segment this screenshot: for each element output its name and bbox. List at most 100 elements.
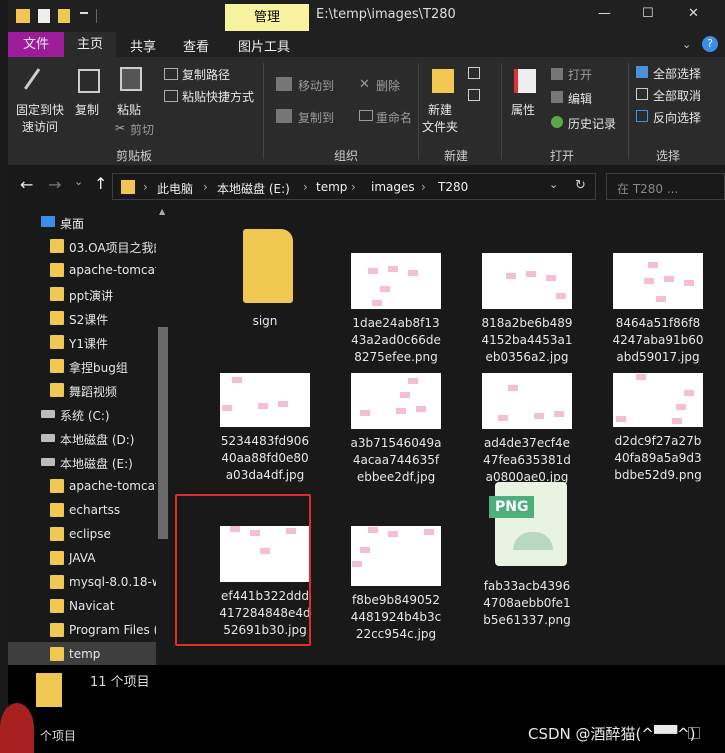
nav-item[interactable]: Navicat: [8, 594, 170, 618]
nav-item[interactable]: S2课件: [8, 306, 170, 330]
file-item[interactable]: ad4de37ecf4e47fea635381da0800ae0.jpg: [467, 350, 587, 484]
refresh-icon[interactable]: ↻: [575, 178, 586, 193]
recent-chevron-icon[interactable]: ⌄: [74, 175, 83, 188]
rename-button[interactable]: 重命名: [376, 109, 412, 126]
back-arrow-icon[interactable]: ←: [20, 175, 33, 194]
nav-item[interactable]: 本地磁盘 (E:): [8, 450, 170, 474]
new-folder-quick-icon[interactable]: [58, 9, 70, 23]
image-thumbnail: [351, 373, 441, 429]
ribbon-panel: 固定到快 速访问 复制 粘贴 复制路径 粘贴快捷方式 ✂ 剪切 剪贴板 移动到 …: [8, 57, 725, 165]
thumbnail-mark: [664, 276, 674, 282]
nav-item[interactable]: mysql-8.0.18-w: [8, 570, 170, 594]
file-item[interactable]: a3b71546049a4acaa744635febbee2df.jpg: [336, 350, 456, 484]
nav-item[interactable]: Program Files (: [8, 618, 170, 642]
thumbnail-mark: [388, 266, 398, 272]
copy-to-button[interactable]: 复制到: [298, 109, 334, 126]
easy-access-icon[interactable]: [468, 89, 480, 101]
watermark: CSDN @酒醉猫(^▀▀^): [528, 725, 696, 743]
thumbnail-mark: [684, 390, 694, 396]
folder-item[interactable]: sign: [205, 223, 325, 353]
thumbnail-mark: [556, 293, 566, 299]
nav-item[interactable]: 03.OA项目之我的: [8, 234, 170, 258]
address-field[interactable]: › 此电脑 › 本地磁盘 (E:) › temp › images › T280…: [112, 173, 596, 200]
history-button[interactable]: 历史记录: [568, 115, 616, 132]
up-arrow-icon[interactable]: ↑: [94, 174, 107, 193]
edit-button[interactable]: 编辑: [568, 90, 592, 107]
scroll-up-icon[interactable]: ▲: [159, 207, 165, 216]
maximize-button[interactable]: ☐: [642, 6, 654, 21]
nav-item[interactable]: ppt演讲: [8, 282, 170, 306]
select-all-icon: [636, 66, 648, 78]
breadcrumb-this-pc[interactable]: 此电脑: [157, 180, 193, 197]
nav-item[interactable]: temp: [8, 642, 170, 665]
nav-item-label: Navicat: [69, 599, 115, 613]
file-item[interactable]: 8464a51f86f84247aba91b60abd59017.jpg: [598, 223, 718, 364]
nav-item[interactable]: eclipse: [8, 522, 170, 546]
new-item-icon[interactable]: [468, 67, 480, 79]
breadcrumb-t280[interactable]: T280: [438, 180, 468, 194]
nav-item[interactable]: echartss: [8, 498, 170, 522]
tab-manage-context[interactable]: 管理: [225, 4, 309, 31]
file-item[interactable]: 818a2be6b4894152ba4453a1eb0356a2.jpg: [467, 223, 587, 364]
file-item[interactable]: d2dc9f27a27b40fa89a5a9d3bdbe52d9.png: [598, 350, 718, 482]
breadcrumb-temp[interactable]: temp: [316, 180, 347, 194]
breadcrumb-drive-e[interactable]: 本地磁盘 (E:): [217, 180, 290, 197]
delete-button[interactable]: 删除: [376, 77, 400, 94]
breadcrumb-images[interactable]: images: [371, 180, 415, 194]
properties-quick-icon[interactable]: [38, 9, 50, 23]
forward-arrow-icon[interactable]: →: [48, 175, 61, 194]
nav-item[interactable]: 舞蹈视频: [8, 378, 170, 402]
help-icon[interactable]: ?: [702, 36, 718, 52]
file-item[interactable]: 1dae24ab8f1343a2ad0c66de8275efee.png: [336, 223, 456, 364]
nav-item[interactable]: 系统 (C:): [8, 402, 170, 426]
drive-icon: [41, 434, 55, 442]
nav-scrollbar-thumb[interactable]: [158, 327, 168, 539]
minimize-button[interactable]: —: [598, 6, 611, 21]
tab-home[interactable]: 主页: [64, 32, 116, 57]
nav-item[interactable]: JAVA: [8, 546, 170, 570]
tab-view[interactable]: 查看: [183, 36, 209, 55]
nav-item[interactable]: 拿捏bug组: [8, 354, 170, 378]
chevron-down-icon[interactable]: ⌄: [549, 178, 558, 191]
thumbnail-mark: [676, 404, 686, 410]
tab-file[interactable]: 文件: [8, 32, 64, 57]
folder-icon: [50, 383, 64, 397]
thumbnail-mark: [554, 411, 564, 417]
chevron-down-icon[interactable]: [80, 12, 88, 18]
ribbon-divider: [418, 63, 419, 159]
select-none-button[interactable]: 全部取消: [653, 87, 701, 104]
paste-shortcut-button[interactable]: 粘贴快捷方式: [182, 88, 254, 105]
chevron-down-icon[interactable]: ⌄: [682, 38, 691, 51]
nav-item-label: echartss: [69, 503, 121, 517]
folder-icon: [50, 287, 64, 301]
nav-item[interactable]: 本地磁盘 (D:): [8, 426, 170, 450]
image-thumbnail: [482, 253, 572, 309]
nav-item[interactable]: apache-tomcat: [8, 474, 170, 498]
open-button[interactable]: 打开: [568, 66, 592, 83]
nav-item[interactable]: apache-tomcat: [8, 258, 170, 282]
breadcrumb-separator: ›: [303, 180, 308, 194]
search-field[interactable]: 在 T280 ...: [606, 173, 725, 200]
close-button[interactable]: ✕: [688, 6, 699, 21]
nav-item[interactable]: Y1课件: [8, 330, 170, 354]
avatar: [0, 703, 34, 753]
copy-path-button[interactable]: 复制路径: [182, 66, 230, 83]
new-folder-label-line1: 新建: [428, 103, 453, 117]
invert-selection-button[interactable]: 反向选择: [653, 109, 701, 126]
image-thumbnail: [220, 373, 310, 427]
file-item[interactable]: PNG fab33acb43964708aebb0fe1b5e61337.png: [467, 482, 587, 627]
ribbon-divider: [263, 63, 264, 159]
move-to-button[interactable]: 移动到: [298, 77, 334, 94]
nav-item[interactable]: 桌面: [8, 210, 170, 234]
thumbnail-mark: [408, 378, 418, 384]
nav-item-label: 舞蹈视频: [69, 385, 118, 399]
tab-share[interactable]: 共享: [130, 36, 156, 55]
rename-icon: [359, 110, 373, 121]
cut-button[interactable]: 剪切: [130, 121, 154, 138]
select-all-button[interactable]: 全部选择: [653, 65, 701, 82]
group-clipboard-label: 剪贴板: [116, 149, 153, 163]
file-item[interactable]: 5234483fd90640aa88fd0e80a03da4df.jpg: [205, 350, 325, 482]
nav-item-label: 系统 (C:): [60, 409, 110, 423]
tab-picture-tools[interactable]: 图片工具: [238, 36, 290, 55]
file-item[interactable]: f8be9b8490524481924b4b3c22cc954c.jpg: [336, 492, 456, 641]
